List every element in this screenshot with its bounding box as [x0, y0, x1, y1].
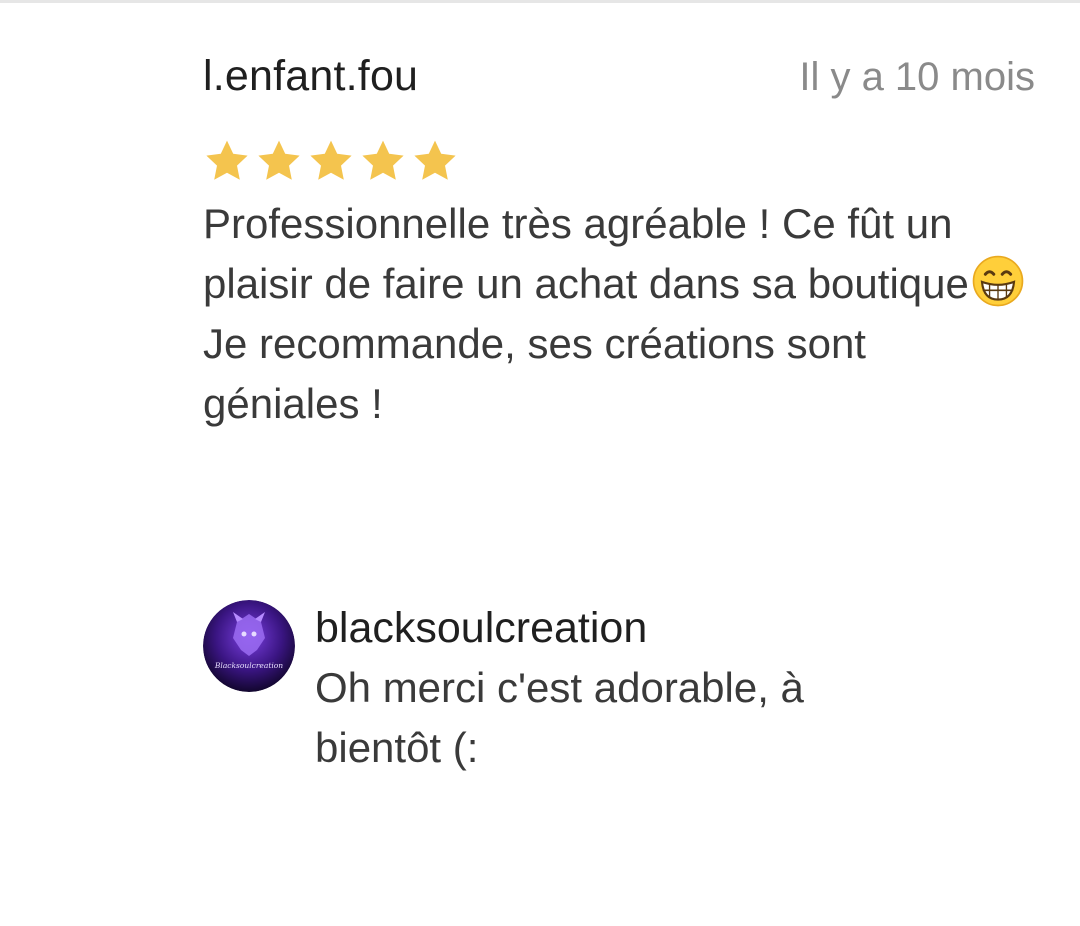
star-icon — [310, 140, 352, 180]
grinning-face-icon — [972, 255, 1024, 307]
review-text-paragraph: Je recommande, ses créations sont génial… — [203, 320, 866, 427]
review-text-paragraph: Professionnelle très agréable ! Ce fût u… — [203, 194, 1033, 314]
star-icon — [258, 140, 300, 180]
review-card: l.enfant.fou Il y a 10 mois Professionne… — [203, 52, 1035, 434]
star-icon — [206, 140, 248, 180]
star-icon — [414, 140, 456, 180]
reply-author[interactable]: blacksoulcreation — [315, 598, 935, 658]
avatar-logo-text: Blacksoulcreation — [214, 661, 283, 670]
reply-text: Oh merci c'est adorable, à bientôt (: — [315, 664, 804, 771]
seller-reply: Blacksoulcreation blacksoulcreation Oh m… — [203, 598, 1035, 778]
review-text: Professionnelle très agréable ! Ce fût u… — [203, 194, 1033, 434]
review-header: l.enfant.fou Il y a 10 mois — [203, 52, 1035, 114]
star-icon — [362, 140, 404, 180]
reviewer-name[interactable]: l.enfant.fou — [203, 52, 418, 101]
top-divider — [0, 0, 1080, 3]
star-rating — [203, 136, 1035, 186]
reply-body: blacksoulcreation Oh merci c'est adorabl… — [315, 598, 935, 778]
review-text-line-1: Professionnelle très agréable ! Ce fût u… — [203, 200, 969, 307]
review-date: Il y a 10 mois — [799, 55, 1035, 99]
avatar[interactable]: Blacksoulcreation — [203, 600, 295, 692]
